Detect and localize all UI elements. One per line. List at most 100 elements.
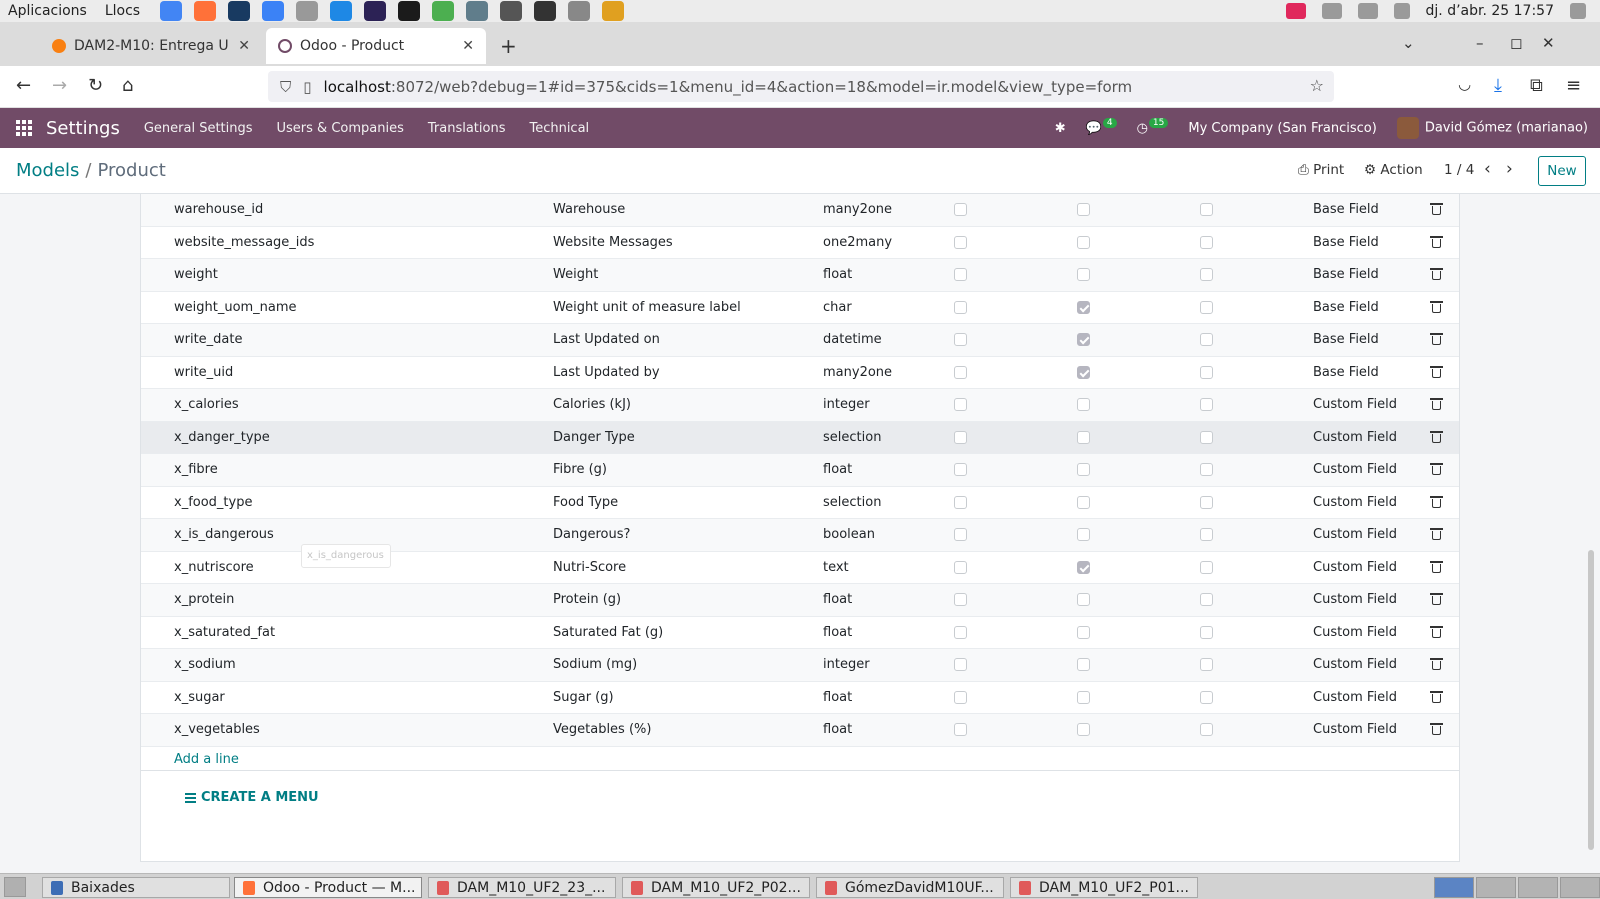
trash-icon[interactable]: [1430, 495, 1443, 508]
field-type[interactable]: datetime: [823, 332, 882, 347]
field-label[interactable]: Warehouse: [553, 202, 625, 217]
network-icon[interactable]: [568, 1, 591, 21]
field-type[interactable]: float: [823, 722, 852, 737]
required-checkbox[interactable]: [954, 235, 967, 249]
close-window-icon[interactable]: ✕: [1542, 34, 1555, 52]
field-name[interactable]: x_sodium: [174, 657, 236, 672]
table-row[interactable]: x_sugar Sugar (g) float Custom Field: [141, 682, 1459, 714]
pocket-icon[interactable]: ◡: [1458, 75, 1471, 93]
indexed-checkbox[interactable]: [1200, 495, 1213, 509]
calculator-icon[interactable]: [1357, 3, 1378, 19]
field-name[interactable]: x_sugar: [174, 690, 225, 705]
trash-icon[interactable]: [1430, 625, 1443, 638]
field-state[interactable]: Custom Field: [1313, 495, 1397, 510]
trash-icon[interactable]: [1430, 203, 1443, 215]
indexed-checkbox[interactable]: [1200, 690, 1213, 704]
tab-list-icon[interactable]: ⌄: [1402, 34, 1415, 52]
table-row[interactable]: website_message_ids Website Messages one2m…: [141, 227, 1459, 259]
readonly-checkbox[interactable]: [1077, 430, 1090, 444]
field-name[interactable]: x_saturated_fat: [174, 625, 275, 640]
trash-icon[interactable]: [1430, 333, 1443, 345]
menu-technical[interactable]: Technical: [529, 121, 589, 136]
field-name[interactable]: x_vegetables: [174, 722, 260, 737]
trash-icon[interactable]: [1430, 658, 1443, 670]
field-type[interactable]: many2one: [823, 202, 892, 217]
trash-icon[interactable]: [1430, 690, 1443, 703]
required-checkbox[interactable]: [954, 528, 967, 541]
scanner-icon[interactable]: [466, 1, 489, 21]
places-menu[interactable]: Llocs: [105, 3, 140, 19]
messages-icon[interactable]: 💬 4: [1086, 117, 1117, 136]
required-checkbox[interactable]: [954, 658, 967, 671]
indexed-checkbox[interactable]: [1200, 203, 1213, 216]
add-line-link[interactable]: Add a line: [174, 752, 239, 767]
field-name[interactable]: x_danger_type: [174, 430, 270, 445]
field-name[interactable]: website_message_ids: [174, 235, 314, 250]
field-type[interactable]: float: [823, 592, 852, 607]
field-name[interactable]: warehouse_id: [174, 202, 263, 217]
required-checkbox[interactable]: [954, 495, 967, 509]
table-row[interactable]: x_saturated_fat Saturated Fat (g) float Cus…: [141, 617, 1459, 649]
close-icon[interactable]: ✕: [238, 38, 250, 54]
minimize-icon[interactable]: –: [1476, 34, 1484, 52]
eclipse-icon[interactable]: [364, 1, 387, 21]
table-row[interactable]: x_vegetables Vegetables (%) float Custom Fi…: [141, 714, 1459, 747]
table-row[interactable]: x_fibre Fibre (g) float Custom Field: [141, 454, 1459, 487]
extensions-icon[interactable]: ⧉: [1530, 75, 1543, 96]
tab-entrega[interactable]: DAM2-M10: Entrega UF2 ✕: [40, 28, 262, 64]
indexed-checkbox[interactable]: [1200, 658, 1213, 671]
field-name[interactable]: weight_uom_name: [174, 300, 297, 315]
field-type[interactable]: selection: [823, 495, 881, 510]
apps-grid-icon[interactable]: [16, 120, 32, 136]
field-label[interactable]: Website Messages: [553, 235, 673, 250]
taskbar-item[interactable]: DAM_M10_UF2_23_...: [428, 877, 616, 898]
menu-translations[interactable]: Translations: [428, 121, 506, 136]
readonly-checkbox[interactable]: [1077, 625, 1090, 639]
field-type[interactable]: one2many: [823, 235, 892, 250]
field-state[interactable]: Base Field: [1313, 300, 1379, 315]
field-label[interactable]: Last Updated by: [553, 365, 660, 380]
workspace-2[interactable]: [1476, 877, 1516, 898]
readonly-checkbox[interactable]: [1077, 723, 1090, 736]
print-button[interactable]: ⎙ Print: [1298, 162, 1344, 178]
field-label[interactable]: Last Updated on: [553, 332, 660, 347]
indexed-checkbox[interactable]: [1200, 300, 1213, 314]
field-state[interactable]: Custom Field: [1313, 625, 1397, 640]
required-checkbox[interactable]: [954, 625, 967, 639]
readonly-checkbox[interactable]: [1077, 365, 1090, 379]
url-bar[interactable]: ⛉ ▯ localhost:8072/web?debug=1#id=375&ci…: [268, 71, 1334, 102]
field-name[interactable]: x_calories: [174, 397, 239, 412]
app-title[interactable]: Settings: [46, 118, 120, 139]
menu-icon[interactable]: ≡: [1566, 75, 1581, 96]
field-state[interactable]: Base Field: [1313, 235, 1379, 250]
field-label[interactable]: Fibre (g): [553, 462, 607, 477]
show-desktop-icon[interactable]: [4, 877, 26, 897]
indexed-checkbox[interactable]: [1200, 365, 1213, 379]
taskbar-item[interactable]: DAM_M10_UF2_P02...: [622, 877, 810, 898]
field-state[interactable]: Custom Field: [1313, 397, 1397, 412]
table-row[interactable]: x_protein Protein (g) float Custom Field: [141, 584, 1459, 617]
field-label[interactable]: Weight: [553, 267, 598, 282]
maximize-icon[interactable]: ◻: [1510, 34, 1522, 52]
field-label[interactable]: Nutri-Score: [553, 560, 626, 575]
field-name[interactable]: write_date: [174, 332, 243, 347]
field-type[interactable]: selection: [823, 430, 881, 445]
pen-icon[interactable]: [1321, 3, 1342, 19]
required-checkbox[interactable]: [954, 365, 967, 379]
company-switcher[interactable]: My Company (San Francisco): [1188, 121, 1376, 136]
field-state[interactable]: Custom Field: [1313, 592, 1397, 607]
field-type[interactable]: float: [823, 690, 852, 705]
table-row[interactable]: x_calories Calories (kJ) integer Custom Fie…: [141, 389, 1459, 422]
shield-icon[interactable]: ⛉: [280, 78, 291, 96]
field-type[interactable]: float: [823, 267, 852, 282]
field-type[interactable]: integer: [823, 657, 870, 672]
vmware-icon[interactable]: [500, 1, 523, 21]
required-checkbox[interactable]: [954, 333, 967, 346]
indexed-checkbox[interactable]: [1200, 723, 1213, 736]
download-icon[interactable]: ⤓: [1494, 75, 1502, 96]
field-type[interactable]: integer: [823, 397, 870, 412]
table-row[interactable]: write_uid Last Updated by many2one Base Fie…: [141, 357, 1459, 389]
trash-icon[interactable]: [1430, 430, 1443, 443]
workspace-4[interactable]: [1560, 877, 1600, 898]
table-row[interactable]: warehouse_id Warehouse many2one Base Field: [141, 194, 1459, 227]
